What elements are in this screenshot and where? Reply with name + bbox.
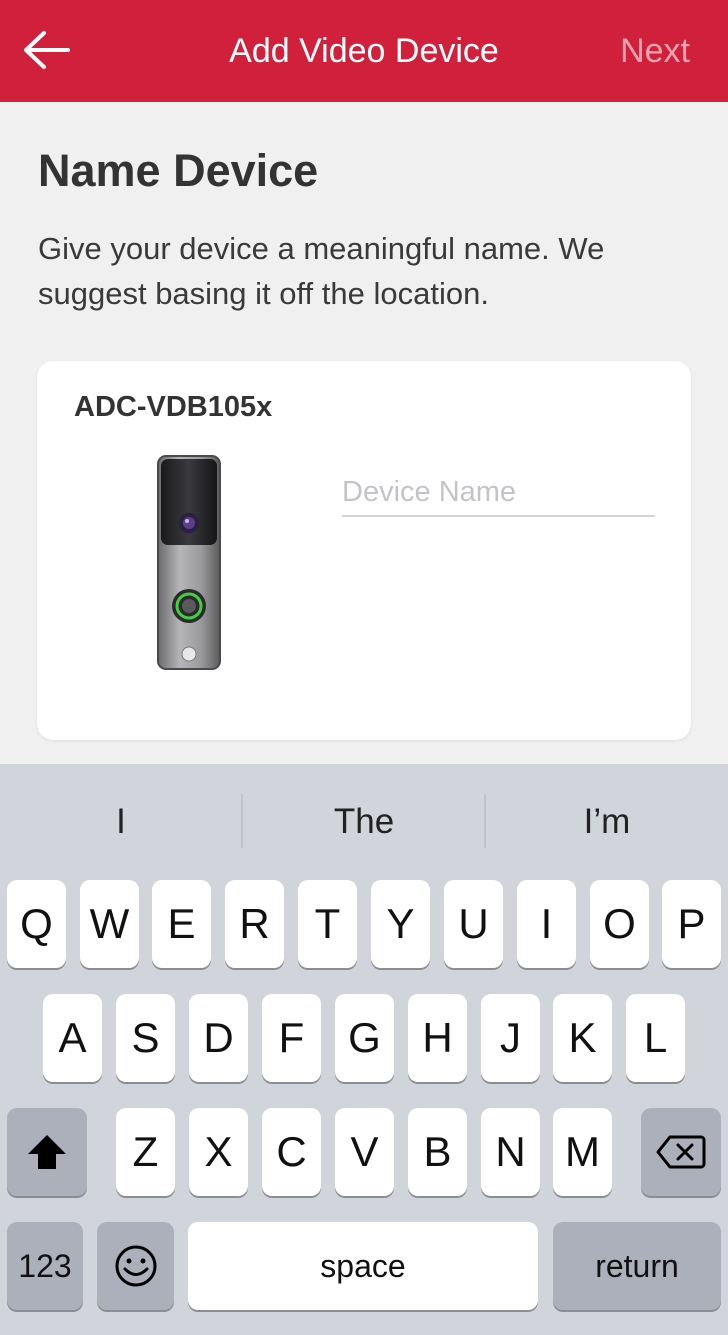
key-o[interactable]: O [590, 880, 649, 968]
key-a[interactable]: A [43, 994, 102, 1082]
key-e[interactable]: E [152, 880, 211, 968]
next-button[interactable]: Next [620, 30, 690, 72]
suggestion-item[interactable]: I [0, 794, 242, 850]
backspace-icon [656, 1135, 706, 1169]
suggestion-bar: I The I’m [0, 764, 728, 876]
key-m[interactable]: M [553, 1108, 612, 1196]
key-r[interactable]: R [225, 880, 284, 968]
key-t[interactable]: T [298, 880, 357, 968]
key-y[interactable]: Y [371, 880, 430, 968]
key-g[interactable]: G [335, 994, 394, 1082]
emoji-key[interactable] [97, 1222, 174, 1310]
key-c[interactable]: C [262, 1108, 321, 1196]
suggestion-item[interactable]: I’m [486, 794, 728, 850]
key-f[interactable]: F [262, 994, 321, 1082]
key-k[interactable]: K [553, 994, 612, 1082]
key-p[interactable]: P [662, 880, 721, 968]
return-key[interactable]: return [553, 1222, 721, 1310]
shift-key[interactable] [7, 1108, 87, 1196]
emoji-icon [115, 1245, 156, 1287]
key-j[interactable]: J [481, 994, 540, 1082]
key-b[interactable]: B [408, 1108, 467, 1196]
instructions-text: Give your device a meaningful name. We s… [38, 231, 605, 311]
device-model-label: ADC-VDB105x [74, 391, 273, 423]
key-s[interactable]: S [116, 994, 175, 1082]
key-i[interactable]: I [517, 880, 576, 968]
key-d[interactable]: D [189, 994, 248, 1082]
key-q[interactable]: Q [7, 880, 66, 968]
delete-key[interactable] [641, 1108, 721, 1196]
key-z[interactable]: Z [116, 1108, 175, 1196]
space-key[interactable]: space [188, 1222, 538, 1310]
key-l[interactable]: L [626, 994, 685, 1082]
doorbell-device-image [157, 455, 221, 670]
shift-icon [28, 1135, 66, 1169]
page-title: Add Video Device [229, 32, 499, 70]
key-n[interactable]: N [481, 1108, 540, 1196]
key-x[interactable]: X [189, 1108, 248, 1196]
device-card: ADC-VDB105x [37, 361, 691, 740]
key-w[interactable]: W [80, 880, 139, 968]
key-v[interactable]: V [335, 1108, 394, 1196]
key-u[interactable]: U [444, 880, 503, 968]
suggestion-item[interactable]: The [243, 794, 485, 850]
section-heading: Name Device [38, 145, 319, 196]
device-name-input[interactable] [342, 469, 655, 517]
keyboard: I The I’m Q W E R T Y U I O P A S D F G … [0, 764, 728, 1335]
key-h[interactable]: H [408, 994, 467, 1082]
numbers-key[interactable]: 123 [7, 1222, 83, 1310]
nav-bar: Add Video Device Next [0, 0, 728, 102]
